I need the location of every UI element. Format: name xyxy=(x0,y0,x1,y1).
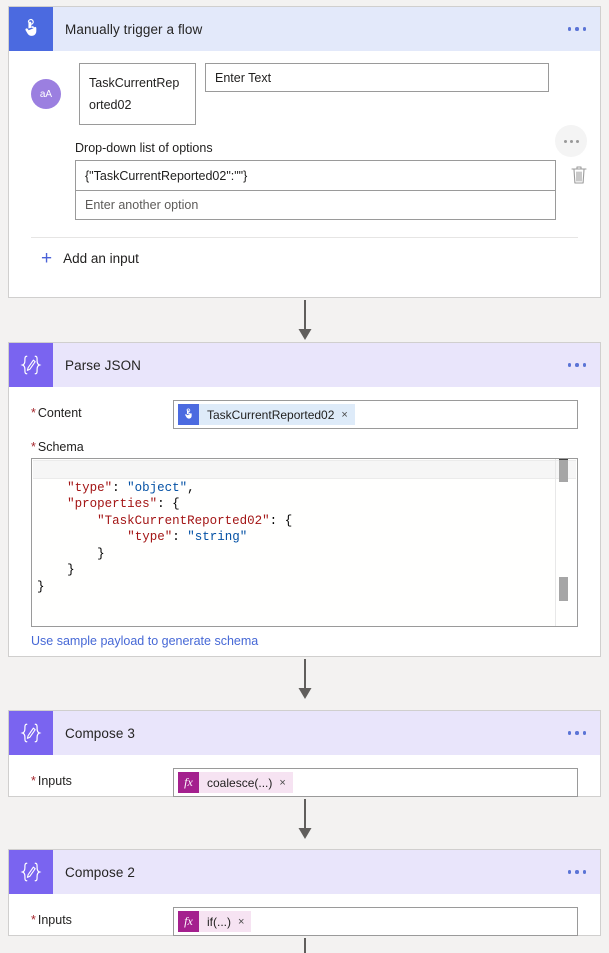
close-icon[interactable]: × xyxy=(341,409,347,421)
editor-active-line xyxy=(33,460,576,479)
action-title: Parse JSON xyxy=(65,357,142,373)
action-overflow-menu-button[interactable] xyxy=(554,870,600,874)
connector-arrow xyxy=(0,799,609,841)
expression-token[interactable]: fx if(...) × xyxy=(178,911,252,932)
action-card-parse-json[interactable]: Parse JSON * Content TaskCurrentReported… xyxy=(8,342,601,657)
inputs-label: * Inputs xyxy=(31,907,173,927)
action-card-header[interactable]: Compose 2 xyxy=(9,850,600,894)
trigger-title: Manually trigger a flow xyxy=(65,21,203,37)
trigger-input-row: aA TaskCurrentReported02 Enter Text xyxy=(9,51,600,125)
content-input[interactable]: TaskCurrentReported02 × xyxy=(173,400,578,429)
input-overflow-menu-button[interactable] xyxy=(555,125,587,157)
connector-stub xyxy=(304,938,306,953)
required-marker: * xyxy=(31,913,36,927)
content-param-row: * Content TaskCurrentReported02 × xyxy=(9,387,600,429)
inputs-input[interactable]: fx if(...) × xyxy=(173,907,578,936)
action-card-header[interactable]: Compose 3 xyxy=(9,711,600,755)
close-icon[interactable]: × xyxy=(238,916,244,928)
fx-icon: fx xyxy=(178,772,199,793)
connector-arrow xyxy=(0,659,609,701)
input-value-field[interactable]: Enter Text xyxy=(205,63,549,92)
editor-vertical-scrollbar[interactable] xyxy=(559,460,568,482)
required-marker: * xyxy=(31,440,36,454)
schema-label-text: Schema xyxy=(37,440,84,454)
token-label: coalesce(...) xyxy=(207,775,273,790)
inputs-param-row: * Inputs fx if(...) × xyxy=(9,894,600,936)
action-title: Compose 2 xyxy=(65,864,135,880)
token-body: TaskCurrentReported02 × xyxy=(199,404,355,425)
dynamic-content-token[interactable]: TaskCurrentReported02 × xyxy=(178,404,355,425)
dropdown-option-new-field[interactable]: Enter another option xyxy=(76,190,555,219)
dropdown-options-label: Drop-down list of options xyxy=(75,141,213,155)
token-body: coalesce(...) × xyxy=(199,772,293,793)
inputs-label-text: Inputs xyxy=(37,913,72,927)
compose-braces-icon xyxy=(9,343,53,387)
input-name-field[interactable]: TaskCurrentReported02 xyxy=(79,63,196,125)
expression-token[interactable]: fx coalesce(...) × xyxy=(178,772,293,793)
required-marker: * xyxy=(31,406,36,420)
trigger-body: aA TaskCurrentReported02 Enter Text Drop… xyxy=(9,51,600,284)
add-input-button[interactable]: + Add an input xyxy=(9,238,600,284)
compose-braces-icon xyxy=(9,850,53,894)
action-overflow-menu-button[interactable] xyxy=(554,731,600,735)
trigger-overflow-menu-button[interactable] xyxy=(554,27,600,31)
schema-code-editor[interactable]: { "type": "object", "properties": { "Tas… xyxy=(31,458,578,627)
close-icon[interactable]: × xyxy=(279,777,285,789)
plus-icon: + xyxy=(41,247,53,269)
action-title: Compose 3 xyxy=(65,725,135,741)
inputs-label-text: Inputs xyxy=(37,774,72,788)
inputs-input[interactable]: fx coalesce(...) × xyxy=(173,768,578,797)
action-card-compose-3[interactable]: Compose 3 * Inputs fx coalesce(...) × xyxy=(8,710,601,797)
content-label-text: Content xyxy=(37,406,82,420)
dropdown-options-row: {"TaskCurrentReported02":""} Enter anoth… xyxy=(9,160,600,220)
text-input-icon: aA xyxy=(31,79,61,109)
action-overflow-menu-button[interactable] xyxy=(554,363,600,367)
compose-braces-icon xyxy=(9,711,53,755)
inputs-param-row: * Inputs fx coalesce(...) × xyxy=(9,755,600,797)
token-body: if(...) × xyxy=(199,911,252,932)
fx-icon: fx xyxy=(178,911,199,932)
token-label: TaskCurrentReported02 xyxy=(207,407,335,422)
schema-label: * Schema xyxy=(9,429,600,458)
dropdown-option-field[interactable]: {"TaskCurrentReported02":""} xyxy=(76,161,555,190)
avatar-label: aA xyxy=(39,88,53,100)
add-input-label: Add an input xyxy=(63,251,139,266)
hand-pointer-icon xyxy=(9,7,53,51)
inputs-label: * Inputs xyxy=(31,768,173,788)
action-card-compose-2[interactable]: Compose 2 * Inputs fx if(...) × xyxy=(8,849,601,936)
trash-icon[interactable] xyxy=(569,164,589,186)
connector-arrow xyxy=(0,300,609,342)
editor-scrollbar-track xyxy=(555,459,556,626)
schema-code-text: { "type": "object", "properties": { "Tas… xyxy=(37,464,293,594)
trigger-card-header[interactable]: Manually trigger a flow xyxy=(9,7,600,51)
hand-pointer-icon xyxy=(178,404,199,425)
content-label: * Content xyxy=(31,400,173,420)
dropdown-options-list: {"TaskCurrentReported02":""} Enter anoth… xyxy=(75,160,556,220)
editor-overview-marker[interactable] xyxy=(559,577,568,601)
required-marker: * xyxy=(31,774,36,788)
flow-designer-canvas: Manually trigger a flow aA TaskCurrentRe… xyxy=(0,0,609,953)
token-label: if(...) xyxy=(207,914,231,929)
action-card-header[interactable]: Parse JSON xyxy=(9,343,600,387)
use-sample-payload-link[interactable]: Use sample payload to generate schema xyxy=(9,627,600,658)
trigger-card[interactable]: Manually trigger a flow aA TaskCurrentRe… xyxy=(8,6,601,298)
